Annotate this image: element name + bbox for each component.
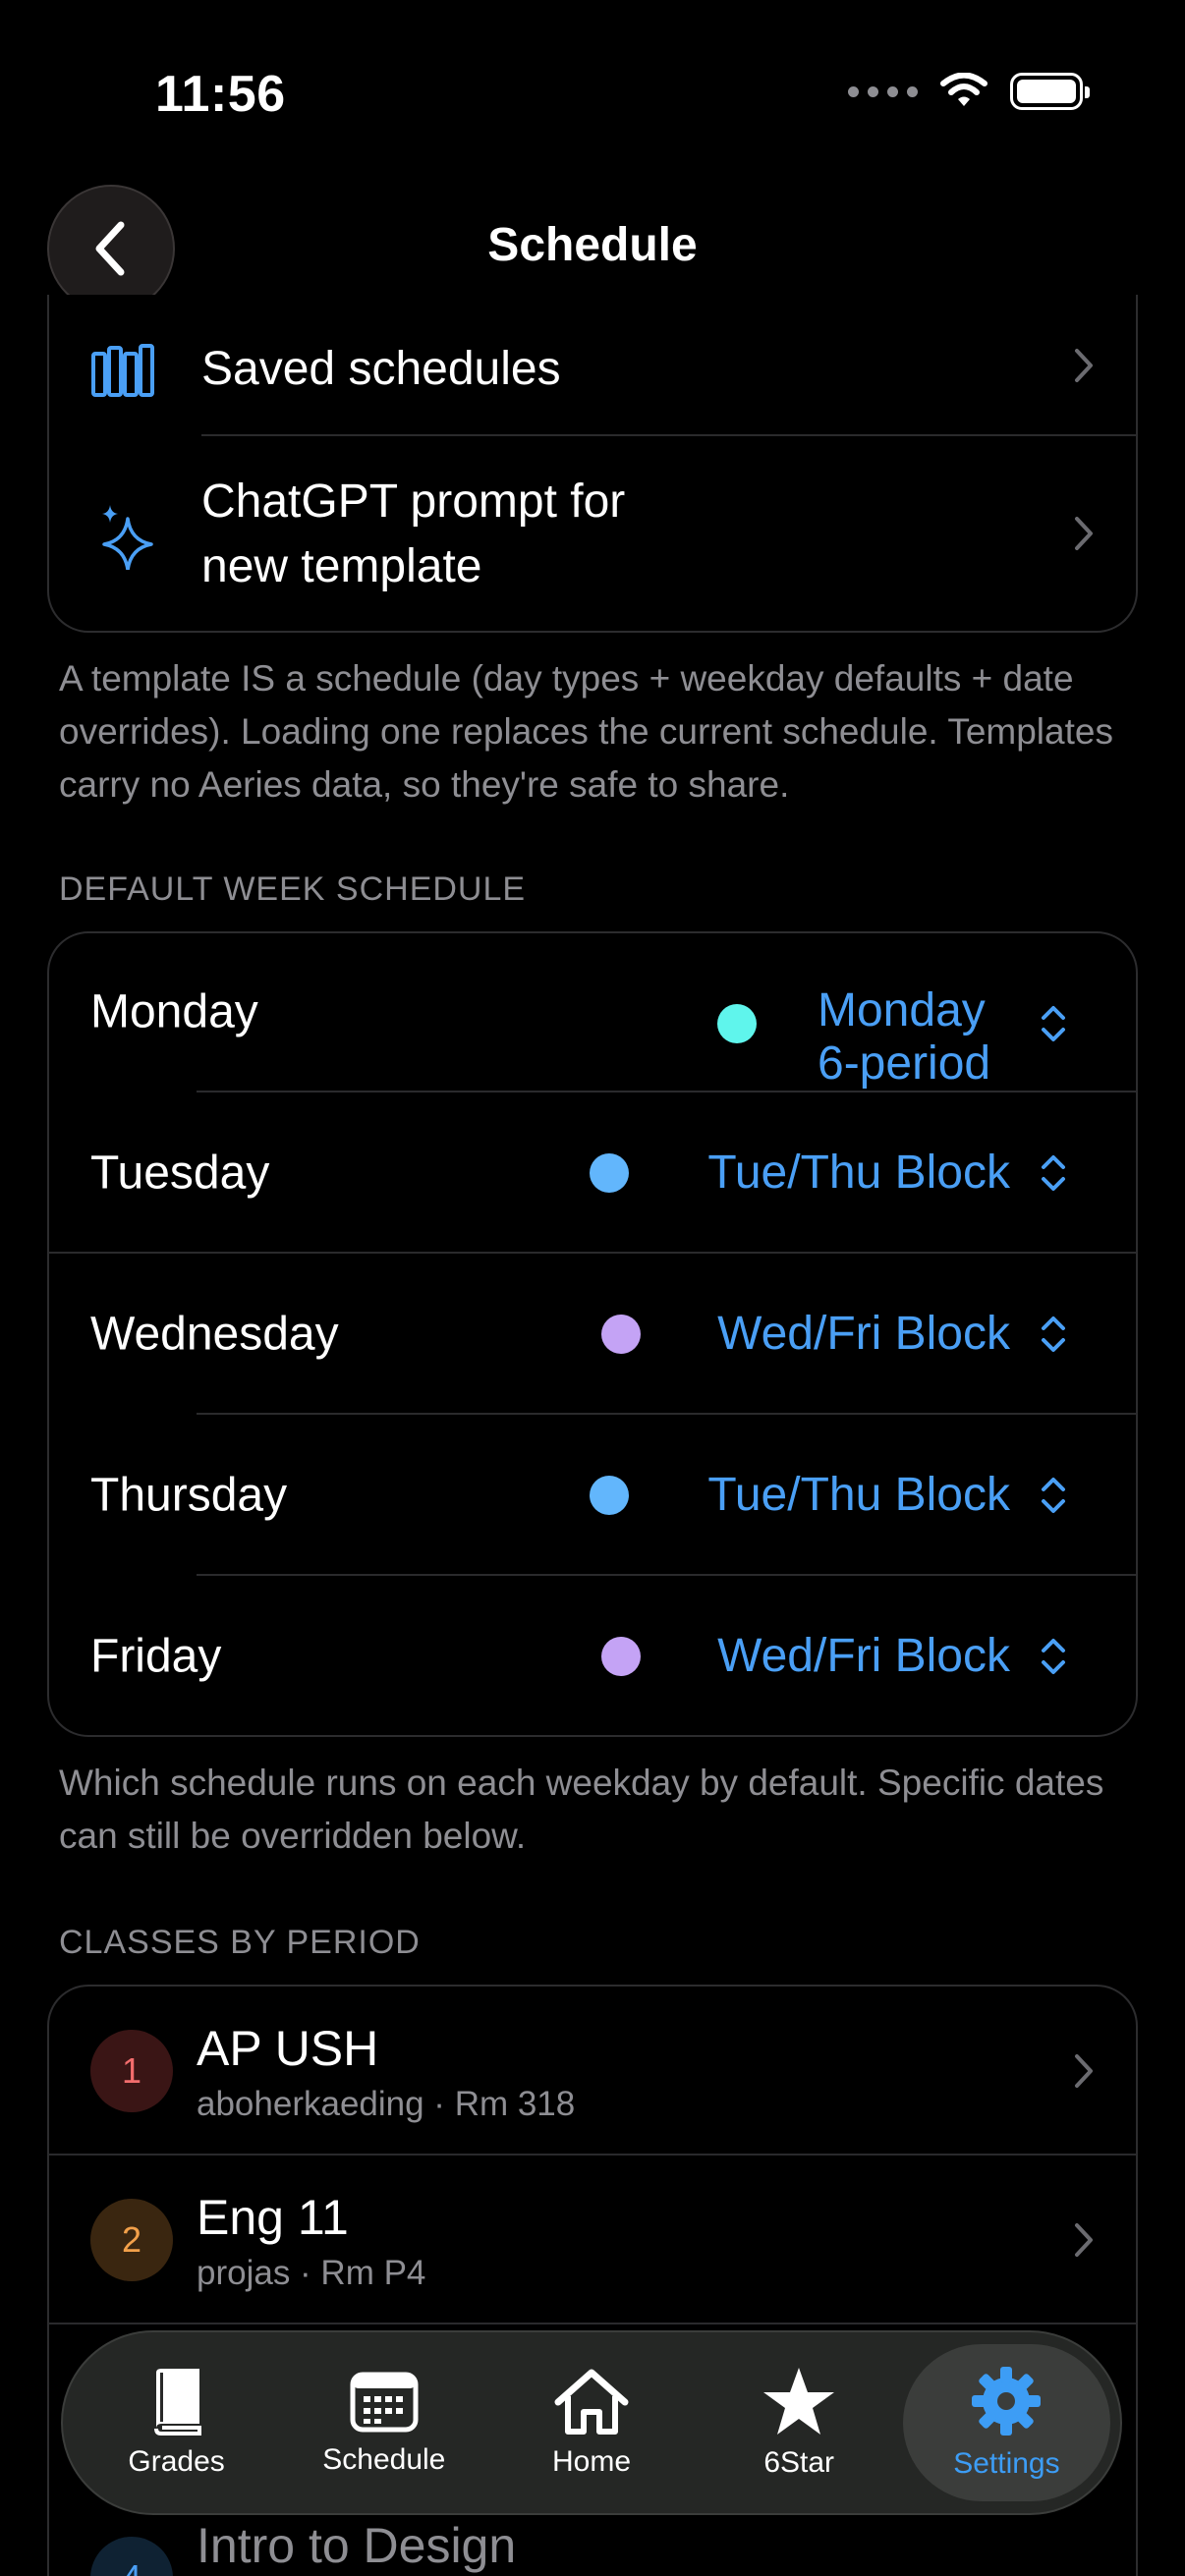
day-schedule-picker[interactable]: Wed/Fri Block xyxy=(717,1308,1010,1361)
day-label: Thursday xyxy=(90,1469,288,1522)
day-row-wednesday[interactable]: Wednesday Wed/Fri Block xyxy=(49,1254,1136,1415)
period-badge: 1 xyxy=(90,2030,173,2112)
status-icons xyxy=(848,73,1090,110)
period-badge: 4 xyxy=(90,2537,173,2576)
books-icon xyxy=(91,344,154,397)
saved-schedules-row[interactable]: Saved schedules xyxy=(49,295,1136,436)
wifi-icon xyxy=(940,73,988,106)
tab-label: 6Star xyxy=(763,2446,835,2479)
book-icon xyxy=(153,2369,201,2436)
class-name: Intro to Design xyxy=(197,2518,517,2573)
class-row[interactable]: 2 Eng 11 projas · Rm P4 xyxy=(49,2156,1136,2324)
tab-settings[interactable]: Settings xyxy=(902,2344,1111,2501)
day-label: Wednesday xyxy=(90,1308,339,1361)
day-row-friday[interactable]: Friday Wed/Fri Block xyxy=(49,1576,1136,1735)
chevron-up-down-icon xyxy=(1042,1316,1065,1352)
day-color-dot xyxy=(601,1637,641,1676)
default-week-card: Monday Monday 6-period Tuesday Tue/Thu B… xyxy=(47,931,1138,1737)
day-label: Friday xyxy=(90,1630,222,1683)
status-time: 11:56 xyxy=(155,66,286,123)
tab-label: Grades xyxy=(128,2445,225,2478)
day-row-thursday[interactable]: Thursday Tue/Thu Block xyxy=(49,1415,1136,1576)
chatgpt-prompt-row[interactable]: ChatGPT prompt for new template xyxy=(49,436,1136,631)
day-color-dot xyxy=(590,1476,629,1515)
day-label: Monday xyxy=(90,985,258,1038)
class-name: Eng 11 xyxy=(197,2190,349,2245)
tab-6star[interactable]: 6Star xyxy=(696,2344,903,2501)
saved-schedules-label: Saved schedules xyxy=(201,343,561,395)
chatgpt-prompt-label: ChatGPT prompt for new template xyxy=(201,476,626,592)
classes-header: CLASSES BY PERIOD xyxy=(59,1924,421,1961)
gear-icon xyxy=(972,2367,1042,2436)
day-row-monday[interactable]: Monday Monday 6-period xyxy=(49,933,1136,1092)
chevron-right-icon xyxy=(1075,517,1093,550)
day-schedule-picker[interactable]: Tue/Thu Block xyxy=(707,1147,1010,1200)
class-subtitle: aboherkaeding · Rm 318 xyxy=(197,2085,576,2123)
day-color-dot xyxy=(601,1315,641,1354)
class-subtitle: projas · Rm P4 xyxy=(197,2254,426,2292)
signal-dots-icon xyxy=(848,85,918,97)
default-week-footer: Which schedule runs on each weekday by d… xyxy=(59,1763,1104,1856)
chevron-right-icon xyxy=(1075,349,1093,382)
class-row[interactable]: 1 AP USH aboherkaeding · Rm 318 xyxy=(49,1987,1136,2156)
day-schedule-picker[interactable]: Wed/Fri Block xyxy=(717,1630,1010,1683)
screen: 11:56 Schedule Saved schedules ChatGPT p… xyxy=(0,0,1185,2576)
day-schedule-picker[interactable]: Tue/Thu Block xyxy=(707,1469,1010,1522)
day-color-dot xyxy=(590,1153,629,1193)
day-label: Tuesday xyxy=(90,1147,270,1200)
tab-bar: Grades Schedule Home 6Star Settings xyxy=(61,2330,1122,2515)
default-week-header: DEFAULT WEEK SCHEDULE xyxy=(59,870,527,908)
chevron-up-down-icon xyxy=(1042,1155,1065,1191)
tab-label: Home xyxy=(551,2445,632,2478)
chevron-right-icon xyxy=(1075,2223,1093,2257)
house-icon xyxy=(554,2369,629,2435)
class-name: AP USH xyxy=(197,2021,379,2076)
day-color-dot xyxy=(717,1004,757,1043)
tab-label: Settings xyxy=(953,2447,1060,2480)
day-schedule-picker[interactable]: Monday 6-period xyxy=(818,984,1034,1091)
chevron-right-icon xyxy=(1075,2054,1093,2088)
tab-schedule[interactable]: Schedule xyxy=(280,2344,487,2501)
day-row-tuesday[interactable]: Tuesday Tue/Thu Block xyxy=(49,1092,1136,1254)
template-footer: A template IS a schedule (day types + we… xyxy=(59,658,1113,805)
page-title: Schedule xyxy=(487,219,698,271)
sparkles-icon xyxy=(102,505,153,570)
tab-grades[interactable]: Grades xyxy=(73,2344,280,2501)
star-icon xyxy=(763,2368,835,2435)
calendar-icon xyxy=(350,2372,419,2433)
template-card: Saved schedules ChatGPT prompt for new t… xyxy=(47,295,1138,633)
chevron-up-down-icon xyxy=(1042,1006,1065,1041)
tab-label: Schedule xyxy=(322,2443,446,2476)
tab-home[interactable]: Home xyxy=(487,2344,695,2501)
period-badge: 2 xyxy=(90,2199,173,2281)
battery-icon xyxy=(1010,73,1090,110)
chevron-up-down-icon xyxy=(1042,1639,1065,1674)
chevron-up-down-icon xyxy=(1042,1478,1065,1513)
